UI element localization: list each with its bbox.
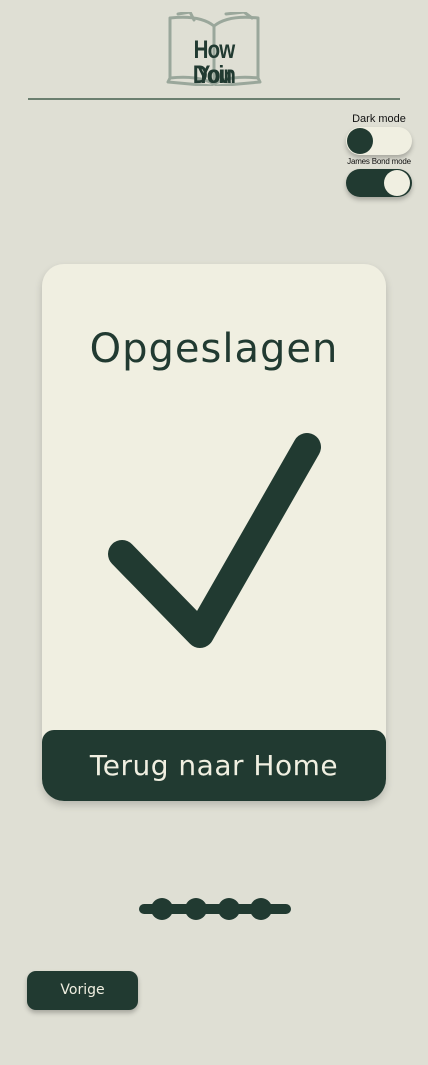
confirmation-card: Opgeslagen Terug naar Home	[42, 264, 386, 801]
progress-dot	[185, 898, 207, 920]
previous-button[interactable]: Vorige	[27, 971, 138, 1010]
logo-text-line2: Doin	[192, 61, 236, 89]
back-to-home-button[interactable]: Terug naar Home	[42, 730, 386, 801]
progress-dots	[139, 898, 291, 920]
progress-dot	[250, 898, 272, 920]
progress-dot	[151, 898, 173, 920]
checkmark-icon	[108, 433, 321, 648]
dark-mode-toggle-knob	[347, 128, 373, 154]
dark-mode-toggle[interactable]	[346, 127, 412, 155]
header-divider	[28, 98, 400, 100]
dark-mode-label: Dark mode	[352, 113, 406, 125]
progress-dot	[218, 898, 240, 920]
james-bond-mode-toggle[interactable]	[346, 169, 412, 197]
james-bond-mode-toggle-knob	[384, 170, 410, 196]
james-bond-mode-label: James Bond mode	[347, 157, 411, 166]
card-title: Opgeslagen	[89, 326, 339, 372]
logo: How You Doin	[166, 12, 262, 89]
